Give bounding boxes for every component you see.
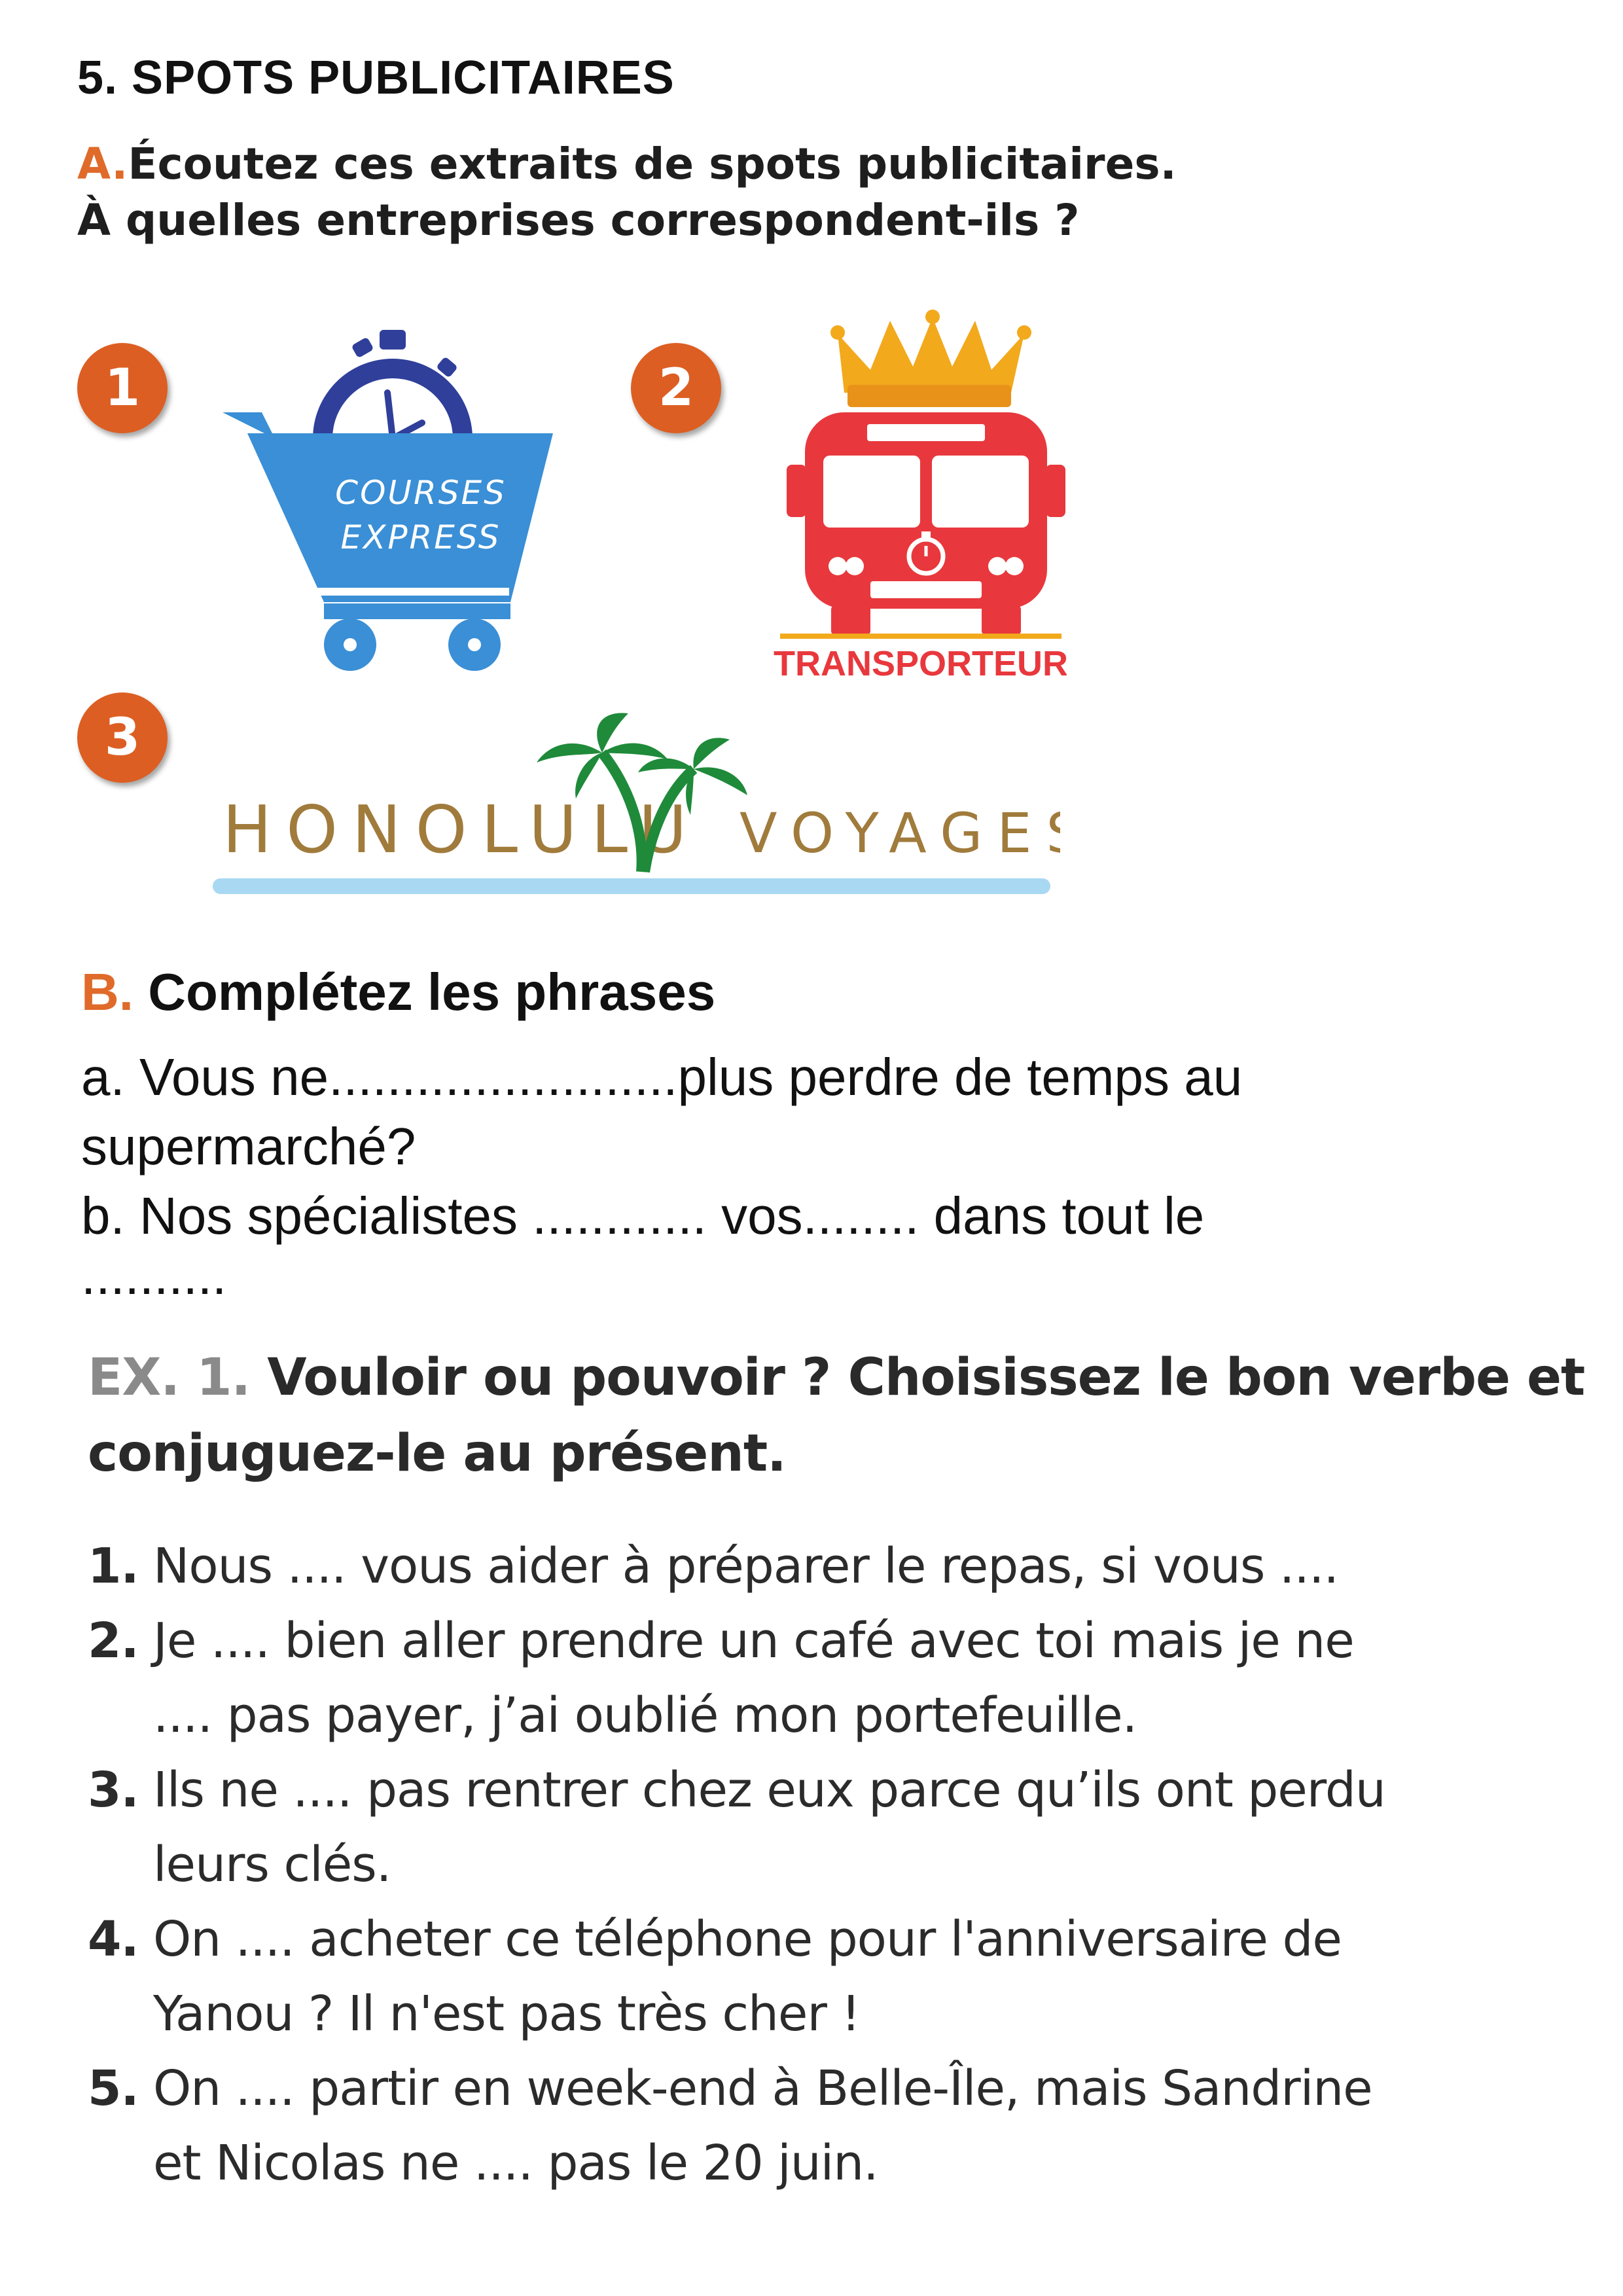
exercise-item-4: 4. On .... acheter ce téléphone pour l'an…	[88, 1911, 1342, 1967]
sentence-a-line1: a. Vous ne........................plus p…	[81, 1048, 1243, 1106]
exercise-item-1: 1. Nous .... vous aider à préparer le rep…	[88, 1538, 1339, 1594]
exercise-item-2-cont: .... pas payer, j’ai oublié mon portefeu…	[153, 1687, 1137, 1744]
courses-express-line2: EXPRESS	[340, 518, 501, 556]
section-a-text1: Écoutez ces extraits de spots publicitai…	[128, 139, 1177, 189]
badge-2: 2	[631, 343, 721, 433]
sentence-a-line2: supermarché?	[81, 1117, 416, 1175]
exercise-item-3-cont: leurs clés.	[153, 1837, 391, 1893]
sentence-b-line2: ..........	[81, 1247, 227, 1305]
exercise-item-3: 3. Ils ne .... pas rentrer chez eux parce…	[88, 1762, 1386, 1818]
honolulu-underline	[213, 878, 1050, 894]
section-a-line1: A.Écoutez ces extraits de spots publicit…	[77, 139, 1177, 189]
section-b-letter: B.	[81, 963, 134, 1021]
section-a-letter: A.	[77, 139, 128, 189]
badge-1: 1	[77, 343, 168, 433]
exercise-item-4-cont: Yanou ? Il n'est pas très cher !	[153, 1986, 861, 2042]
exercise-title-text1: Vouloir ou pouvoir ? Choisissez le bon v…	[267, 1348, 1585, 1407]
exercise-title-line2: conjuguez-le au présent.	[88, 1424, 787, 1483]
transporteur-name: TRANSPORTEUR	[774, 644, 1067, 683]
exercise-title-line1: EX. 1. Vouloir ou pouvoir ? Choisissez l…	[88, 1348, 1585, 1407]
exercise-item-2: 2. Je .... bien aller prendre un café ave…	[88, 1613, 1355, 1669]
exercise-label: EX. 1.	[88, 1348, 251, 1407]
item-number: 3.	[88, 1762, 139, 1818]
courses-express-line1: COURSES	[335, 474, 507, 512]
honolulu-voyages-logo: HONOLULU VOYAGES	[213, 713, 1060, 894]
item-text: On .... partir en week-end à Belle-Île, …	[153, 2060, 1373, 2117]
item-number: 2.	[88, 1613, 139, 1669]
transporteur-underline	[780, 634, 1061, 639]
exercise-item-5: 5. On .... partir en week-end à Belle-Île…	[88, 2060, 1373, 2117]
section-a-line2: À quelles entreprises correspondent-ils …	[77, 195, 1080, 245]
item-text: Je .... bien aller prendre un café avec …	[153, 1613, 1355, 1669]
crown-icon	[830, 310, 1031, 407]
bus-icon	[787, 412, 1065, 635]
item-text: Ils ne .... pas rentrer chez eux parce q…	[153, 1762, 1386, 1818]
section-b-title: Complétez les phrases	[148, 963, 716, 1021]
worksheet-page: 5. SPOTS PUBLICITAIRES A.Écoutez ces ext…	[0, 0, 1623, 2296]
sentence-b-line1: b. Nos spécialistes ............ vos....…	[81, 1187, 1205, 1245]
page-title: 5. SPOTS PUBLICITAIRES	[77, 52, 675, 104]
transporteur-logo: TRANSPORTEUR	[774, 310, 1067, 683]
item-number: 1.	[88, 1538, 139, 1594]
item-text: Nous .... vous aider à préparer le repas…	[153, 1538, 1339, 1594]
item-text: On .... acheter ce téléphone pour l'anni…	[153, 1911, 1342, 1967]
exercise-item-5-cont: et Nicolas ne .... pas le 20 juin.	[153, 2135, 879, 2191]
item-number: 4.	[88, 1911, 139, 1967]
section-b-heading: B. Complétez les phrases	[81, 962, 715, 1022]
badge-3: 3	[77, 692, 168, 783]
courses-express-logo: COURSES EXPRESS	[223, 330, 553, 671]
voyages-word: VOYAGES	[740, 801, 1060, 865]
item-number: 5.	[88, 2060, 139, 2117]
